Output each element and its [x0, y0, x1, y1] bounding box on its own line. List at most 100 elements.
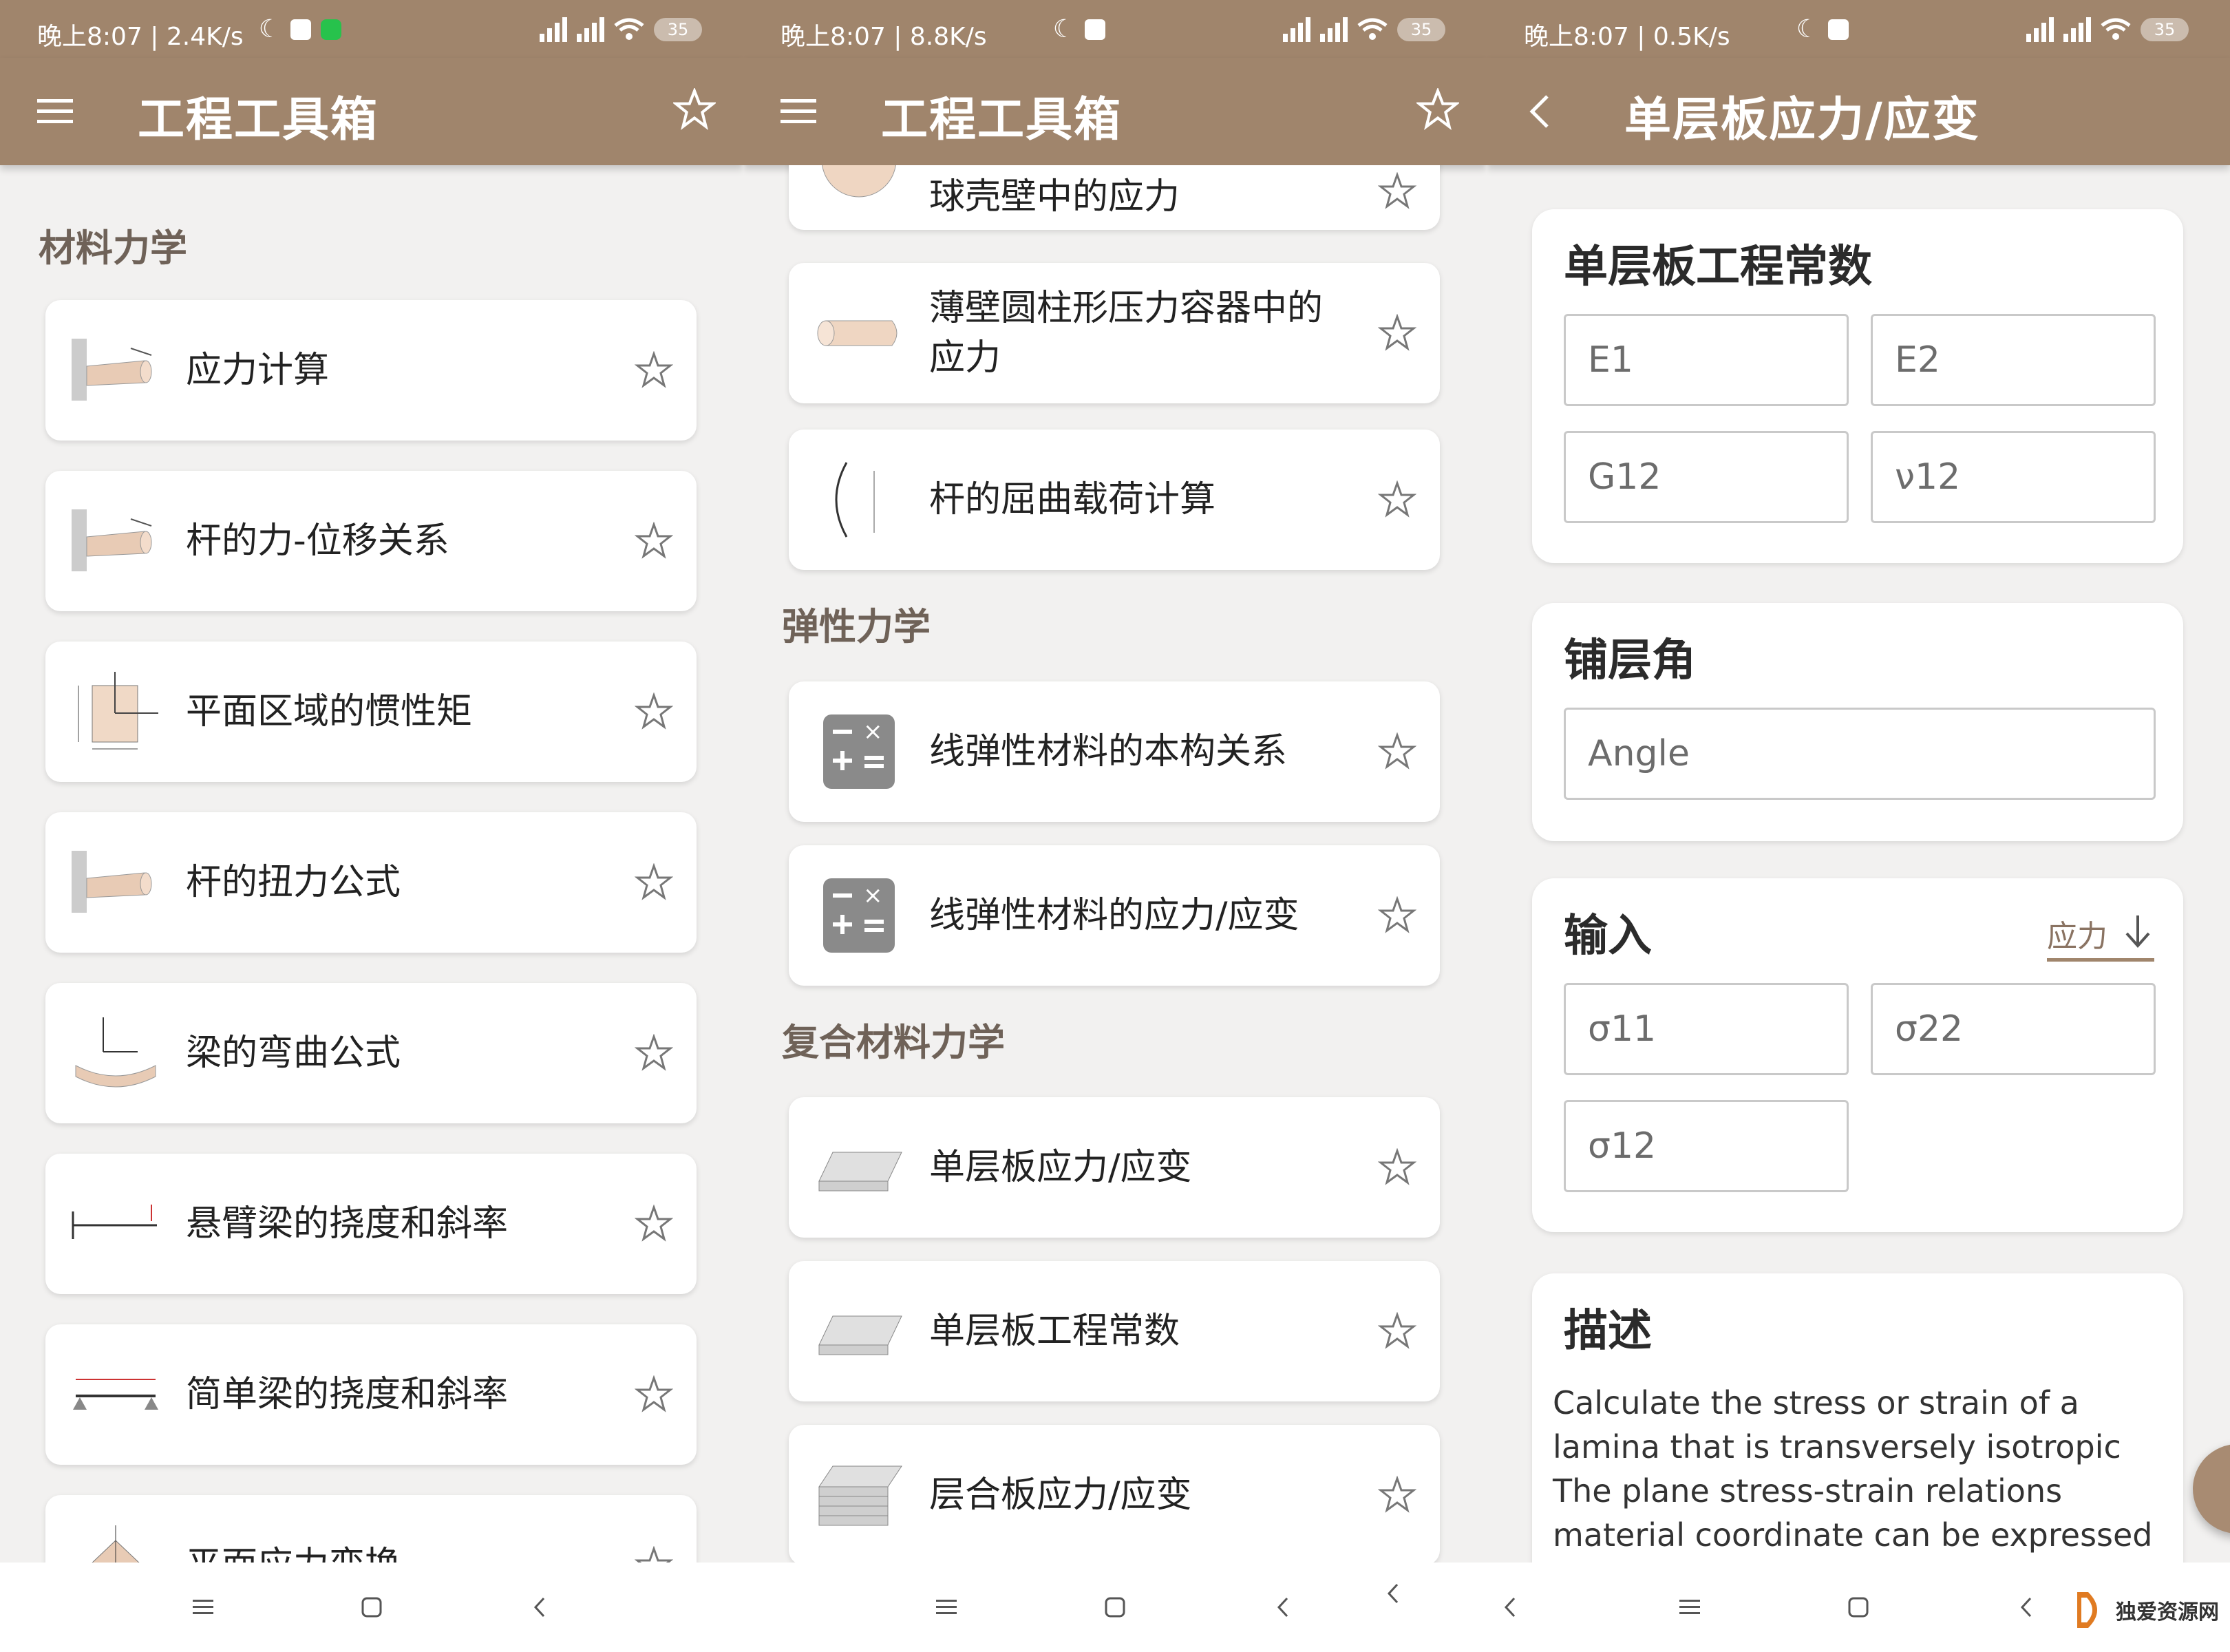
recents-menu-icon[interactable] — [186, 1590, 220, 1624]
star-icon[interactable] — [1378, 1148, 1416, 1187]
battery-icon: 35 — [2141, 17, 2189, 41]
back-chevron-icon[interactable] — [2010, 1590, 2044, 1624]
svg-text:×: × — [863, 882, 883, 909]
watermark-logo-icon — [2077, 1592, 2097, 1628]
wifi-icon — [2101, 18, 2131, 40]
menu-icon[interactable] — [34, 91, 76, 132]
list-item[interactable]: × 线弹性材料的本构关系 — [789, 681, 1440, 822]
card-title: 输入 — [1564, 911, 1652, 962]
home-square-icon[interactable] — [354, 1590, 389, 1624]
list-item[interactable]: 杆的屈曲载荷计算 — [789, 430, 1440, 570]
star-icon[interactable] — [635, 522, 673, 560]
rod-torsion-thumbnail — [72, 851, 152, 913]
star-icon[interactable] — [635, 1034, 673, 1072]
wifi-icon — [614, 18, 644, 40]
app-bar: 单层板应力/应变 — [1487, 58, 2230, 165]
watermark-text: 独爱资源网 — [2116, 1600, 2219, 1624]
area-inertia-thumbnail — [78, 672, 158, 750]
star-icon[interactable] — [635, 351, 673, 390]
e1-field[interactable]: E1 — [1564, 314, 1849, 406]
list-item[interactable]: 层合板应力/应变 — [789, 1425, 1440, 1563]
rod-displacement-thumbnail — [72, 509, 152, 571]
svg-text:×: × — [863, 718, 883, 745]
star-icon[interactable] — [635, 1205, 673, 1243]
list-item[interactable]: 单层板工程常数 — [789, 1261, 1440, 1401]
status-time: 晚上8:07 | 0.5K/s — [1524, 23, 1730, 51]
list-item[interactable]: 单层板应力/应变 — [789, 1097, 1440, 1238]
back-chevron-icon[interactable] — [1266, 1590, 1301, 1624]
nu12-field[interactable]: ν12 — [1871, 431, 2156, 523]
star-icon[interactable] — [1378, 172, 1416, 211]
recents-menu-icon[interactable] — [1672, 1590, 1707, 1624]
angle-field[interactable]: Angle — [1564, 708, 2156, 800]
favorites-star-icon[interactable] — [1416, 88, 1459, 131]
status-icons: ☾ 35 — [259, 15, 702, 43]
list-item[interactable]: × 线弹性材料的应力/应变 — [789, 845, 1440, 986]
list-item-label: 悬臂梁的挠度和斜率 — [186, 1203, 509, 1245]
section-title-composite-mechanics: 复合材料力学 — [782, 1021, 1005, 1064]
list-item[interactable]: 薄壁圆柱形压力容器中的应力 — [789, 263, 1440, 403]
description-line: The plane stress-strain relations — [1553, 1472, 2063, 1510]
cantilever-thumbnail — [72, 1205, 157, 1239]
list-item-label: 杆的屈曲载荷计算 — [929, 479, 1216, 520]
star-icon[interactable] — [1378, 314, 1416, 352]
star-icon[interactable] — [1378, 732, 1416, 771]
back-gesture-icon — [1504, 1597, 1516, 1618]
simple-beam-thumbnail — [73, 1379, 158, 1410]
back-arrow-icon[interactable] — [1521, 91, 1562, 132]
star-icon[interactable] — [635, 1375, 673, 1414]
favorites-star-icon[interactable] — [673, 88, 716, 131]
menu-icon[interactable] — [778, 91, 819, 132]
list-item[interactable]: 平面应力变换 — [45, 1495, 697, 1563]
section-title-mechanics-of-materials: 材料力学 — [39, 226, 187, 270]
star-icon[interactable] — [1378, 1476, 1416, 1514]
arrow-down-icon — [2125, 915, 2150, 949]
list-item[interactable]: 平面区域的惯性矩 — [45, 642, 697, 782]
list-item[interactable]: 简单梁的挠度和斜率 — [45, 1324, 697, 1465]
home-square-icon[interactable] — [1098, 1590, 1132, 1624]
section-title-elasticity: 弹性力学 — [782, 605, 931, 648]
status-time: 晚上8:07 | 8.8K/s — [780, 23, 987, 51]
list-item-label: 杆的力-位移关系 — [186, 520, 449, 562]
sigma11-field[interactable]: σ11 — [1564, 983, 1849, 1075]
list-item[interactable]: 悬臂梁的挠度和斜率 — [45, 1154, 697, 1294]
recents-menu-icon[interactable] — [929, 1590, 964, 1624]
stress-strain-selector[interactable]: 应力 — [2047, 909, 2154, 962]
list-item[interactable]: 应力计算 — [45, 300, 697, 441]
lamina-thumbnail — [818, 1315, 902, 1355]
star-icon[interactable] — [635, 1546, 673, 1563]
card-title: 铺层角 — [1564, 635, 1696, 686]
tool-list: 材料力学 应力计算 杆的力-位移关系 平面区域的惯性矩 杆的扭力公式 梁的弯曲公… — [0, 165, 743, 1563]
buckling-thumbnail — [835, 462, 875, 538]
battery-icon: 35 — [654, 17, 702, 41]
list-item[interactable]: 杆的扭力公式 — [45, 812, 697, 953]
engineering-constants-card: 单层板工程常数 E1 E2 G12 ν12 — [1532, 209, 2183, 563]
list-item-label: 简单梁的挠度和斜率 — [186, 1374, 509, 1415]
back-chevron-icon[interactable] — [523, 1590, 558, 1624]
page-title: 单层板应力/应变 — [1624, 93, 1980, 147]
selector-label: 应力 — [2047, 919, 2107, 954]
battery-icon: 35 — [1397, 17, 1445, 41]
screen-toolbox-list-1: 晚上8:07 | 2.4K/s ☾ 35 工程工具箱 材料力学 应力计算 杆的力… — [0, 0, 743, 1652]
list-item[interactable]: 球壳壁中的应力 — [789, 165, 1440, 230]
star-icon[interactable] — [1378, 480, 1416, 519]
e2-field[interactable]: E2 — [1871, 314, 2156, 406]
home-square-icon[interactable] — [1841, 1590, 1876, 1624]
calculator-form: 单层板工程常数 E1 E2 G12 ν12 铺层角 Angle 输入 应力 σ1… — [1487, 165, 2230, 1563]
signal-icon-2 — [1320, 17, 1348, 42]
list-item[interactable]: 梁的弯曲公式 — [45, 983, 697, 1123]
sigma12-field[interactable]: σ12 — [1564, 1100, 1849, 1192]
star-icon[interactable] — [635, 692, 673, 731]
sigma22-field[interactable]: σ22 — [1871, 983, 2156, 1075]
app-bar: 工程工具箱 — [0, 58, 743, 165]
g12-field[interactable]: G12 — [1564, 431, 1849, 523]
star-icon[interactable] — [1378, 1312, 1416, 1351]
beam-bending-thumbnail — [75, 1017, 156, 1088]
star-icon[interactable] — [635, 863, 673, 902]
signal-icon-2 — [2063, 17, 2091, 42]
signal-icon-2 — [577, 17, 604, 42]
star-icon[interactable] — [1378, 896, 1416, 935]
list-item[interactable]: 杆的力-位移关系 — [45, 471, 697, 611]
description-card: 描述 Calculate the stress or strain of a l… — [1532, 1273, 2183, 1563]
app-notification-icon — [1828, 19, 1849, 40]
